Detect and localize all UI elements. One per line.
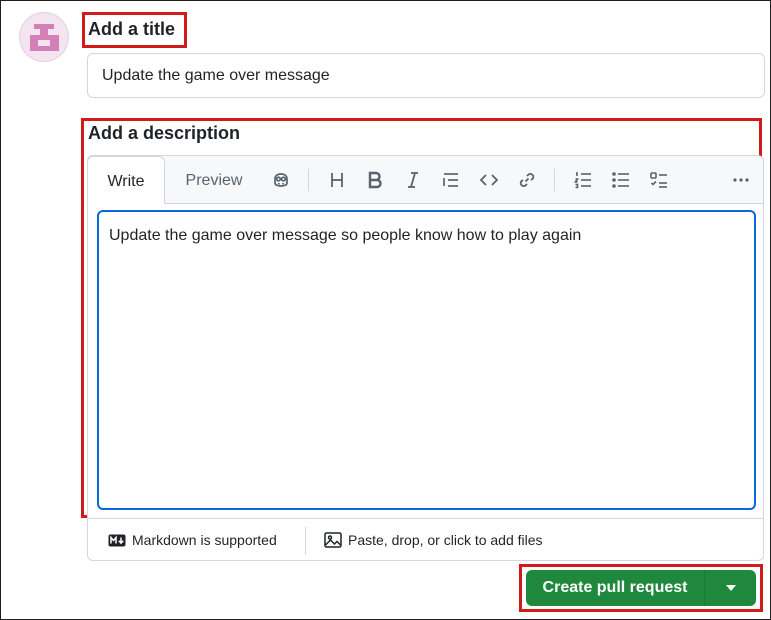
markdown-icon — [108, 534, 126, 546]
markdown-support-link[interactable]: Markdown is supported — [108, 519, 277, 561]
markdown-label: Markdown is supported — [132, 532, 277, 548]
editor-toolbar: Write Preview — [87, 156, 763, 204]
toolbar-separator — [308, 169, 309, 191]
description-label: Add a description — [88, 123, 241, 143]
attach-files-label: Paste, drop, or click to add files — [348, 532, 543, 548]
tab-write[interactable]: Write — [87, 156, 165, 204]
copilot-icon[interactable] — [266, 165, 296, 195]
toolbar-separator — [554, 169, 555, 191]
attach-files-button[interactable]: Paste, drop, or click to add files — [324, 519, 543, 561]
caret-down-icon — [725, 585, 736, 591]
italic-icon[interactable] — [398, 165, 428, 195]
title-label: Add a title — [88, 19, 176, 39]
title-input[interactable] — [87, 53, 765, 98]
task-list-icon[interactable] — [644, 165, 674, 195]
create-pull-request-button[interactable]: Create pull request — [526, 570, 704, 606]
footer-separator — [305, 527, 306, 555]
unordered-list-icon[interactable] — [606, 165, 636, 195]
avatar — [19, 12, 69, 62]
create-options-dropdown[interactable] — [705, 570, 756, 606]
description-textarea[interactable] — [97, 210, 756, 510]
link-icon[interactable] — [512, 165, 542, 195]
editor-footer: Markdown is supported Paste, drop, or cl… — [88, 518, 763, 561]
tab-preview[interactable]: Preview — [176, 156, 252, 203]
more-icon[interactable] — [726, 165, 756, 195]
quote-icon[interactable] — [436, 165, 466, 195]
description-editor: Write Preview Update the game over messa… — [87, 155, 764, 561]
heading-icon[interactable] — [322, 165, 352, 195]
bold-icon[interactable] — [360, 165, 390, 195]
ordered-list-icon[interactable] — [568, 165, 598, 195]
code-icon[interactable] — [474, 165, 504, 195]
image-icon — [324, 532, 342, 548]
create-pr-button-group: Create pull request — [526, 570, 756, 606]
